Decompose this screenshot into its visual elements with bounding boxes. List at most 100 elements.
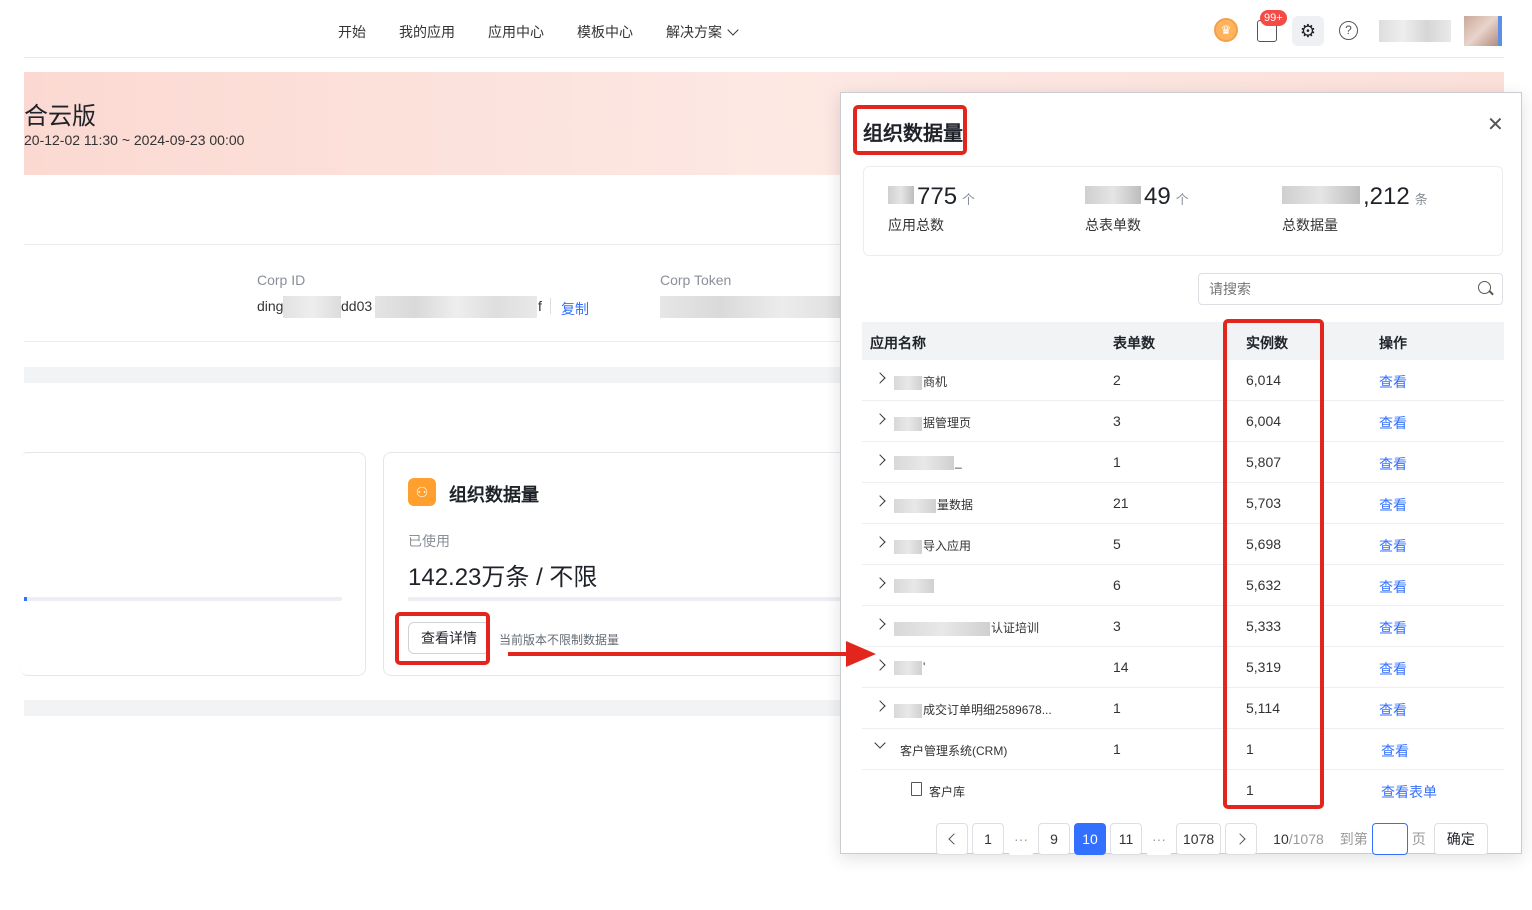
blur	[894, 578, 934, 593]
app-name: _	[955, 455, 962, 469]
arrow-head-icon	[846, 641, 876, 667]
stat-value: 775	[917, 183, 958, 210]
nav-my-apps[interactable]: 我的应用	[399, 22, 455, 42]
table-row: 认证培训 3 5,333 查看	[862, 606, 1504, 647]
table-row: _ 1 5,807 查看	[862, 442, 1504, 483]
section-band	[24, 367, 844, 383]
form-count: 5	[1113, 536, 1121, 552]
chevron-down-icon[interactable]	[874, 737, 886, 749]
nav-solutions[interactable]: 解决方案	[666, 22, 739, 42]
page-11[interactable]: 11	[1110, 823, 1142, 855]
crown-icon[interactable]: ♛	[1214, 18, 1238, 42]
blur	[1085, 186, 1141, 204]
ellipsis-icon[interactable]: ···	[1008, 823, 1034, 855]
table-row: 商机 2 6,014 查看	[862, 360, 1504, 401]
view-link[interactable]: 查看	[1379, 495, 1407, 515]
gear-icon[interactable]: ⚙	[1292, 16, 1324, 46]
chevron-right-icon[interactable]	[874, 536, 886, 548]
total-pages: /1078	[1288, 831, 1324, 847]
next-page-button[interactable]	[1225, 823, 1258, 855]
corp-id-prefix: ding	[257, 298, 284, 314]
view-link[interactable]: 查看	[1379, 413, 1407, 433]
confirm-button[interactable]: 确定	[1433, 823, 1488, 855]
edition-date-range: 20-12-02 11:30 ~ 2024-09-23 00:00	[24, 132, 245, 148]
nav-start[interactable]: 开始	[338, 22, 366, 42]
search-icon[interactable]	[1478, 281, 1491, 294]
view-link[interactable]: 查看	[1379, 372, 1407, 392]
table-row: ' 14 5,319 查看	[862, 647, 1504, 688]
org-data-card-title: 组织数据量	[449, 485, 539, 505]
view-link[interactable]: 查看	[1379, 536, 1407, 556]
app-name: 成交订单明细2589678...	[923, 703, 1052, 717]
ellipsis-icon[interactable]: ···	[1146, 823, 1172, 855]
stat-data-total: ,212 条 总数据量	[1282, 183, 1428, 235]
nav-template-center[interactable]: 模板中心	[577, 22, 633, 42]
view-link[interactable]: 查看	[1379, 618, 1407, 638]
app-name: 导入应用	[923, 539, 972, 553]
corp-token-label: Corp Token	[660, 272, 732, 288]
stat-label: 应用总数	[888, 217, 944, 233]
prev-page-button[interactable]	[936, 823, 968, 855]
progress-bar-left	[24, 597, 342, 601]
progress-bar-mid	[408, 597, 848, 601]
page-1[interactable]: 1	[972, 823, 1004, 855]
chevron-down-icon	[727, 23, 739, 36]
edition-title: 合云版	[24, 103, 96, 130]
app-name: 据管理页	[923, 416, 972, 430]
view-link[interactable]: 查看	[1379, 577, 1407, 597]
chevron-right-icon[interactable]	[874, 454, 886, 466]
chevron-right-icon[interactable]	[874, 413, 886, 425]
chevron-right-icon[interactable]	[874, 372, 886, 384]
page-10-current[interactable]: 10	[1074, 823, 1106, 855]
form-count: 3	[1113, 413, 1121, 429]
table-row-expanded: 客户管理系统(CRM) 1 1 查看	[862, 729, 1504, 770]
top-nav: 开始 我的应用 应用中心 模板中心 解决方案 ♛ 99+ ⚙ ?	[24, 0, 1504, 58]
form-count: 3	[1113, 618, 1121, 634]
view-link[interactable]: 查看	[1379, 454, 1407, 474]
page-1078[interactable]: 1078	[1176, 823, 1222, 855]
corp-id-mid: dd03	[341, 298, 373, 314]
corp-id-suffix: f	[538, 298, 542, 314]
form-count: 14	[1113, 659, 1129, 675]
stat-label: 总数据量	[1282, 217, 1338, 233]
form-count: 1	[1113, 700, 1121, 716]
blur	[894, 498, 936, 513]
chevron-right-icon[interactable]	[874, 618, 886, 630]
chevron-right-icon[interactable]	[874, 495, 886, 507]
search-input[interactable]	[1198, 273, 1503, 305]
goto-page-input[interactable]	[1371, 823, 1408, 855]
highlight-box-instance-column	[1223, 319, 1324, 809]
col-forms: 表单数	[1113, 335, 1155, 351]
avatar[interactable]	[1464, 16, 1502, 46]
corp-id-blur	[283, 296, 341, 318]
view-form-link[interactable]: 查看表单	[1381, 782, 1437, 802]
page-9[interactable]: 9	[1038, 823, 1070, 855]
help-icon[interactable]: ?	[1339, 21, 1358, 40]
nav-app-center[interactable]: 应用中心	[488, 22, 544, 42]
progress-fill	[24, 597, 27, 601]
form-name: 客户库	[929, 785, 966, 799]
view-link[interactable]: 查看	[1381, 741, 1409, 761]
app-name: 商机	[923, 375, 948, 389]
current-page: 10	[1273, 831, 1289, 847]
chevron-right-icon[interactable]	[874, 577, 886, 589]
col-actions: 操作	[1379, 335, 1407, 351]
chevron-right-icon[interactable]	[874, 700, 886, 712]
used-value: 142.23万条 / 不限	[408, 564, 598, 591]
view-link[interactable]: 查看	[1379, 659, 1407, 679]
table-subrow: 客户库 1 查看表单	[862, 770, 1504, 811]
separator	[550, 298, 551, 314]
app-name: '	[923, 660, 926, 674]
blur	[894, 375, 922, 390]
table-row: 据管理页 3 6,004 查看	[862, 401, 1504, 442]
blur	[1282, 186, 1360, 204]
form-count: 1	[1113, 454, 1121, 470]
chevron-right-icon[interactable]	[874, 659, 886, 671]
stat-value: 49	[1144, 183, 1171, 210]
view-link[interactable]: 查看	[1379, 700, 1407, 720]
copy-link[interactable]: 复制	[561, 299, 589, 319]
close-icon[interactable]: ✕	[1487, 115, 1504, 135]
stat-unit: 条	[1414, 192, 1428, 207]
chevron-right-icon	[1233, 833, 1246, 845]
form-count: 6	[1113, 577, 1121, 593]
